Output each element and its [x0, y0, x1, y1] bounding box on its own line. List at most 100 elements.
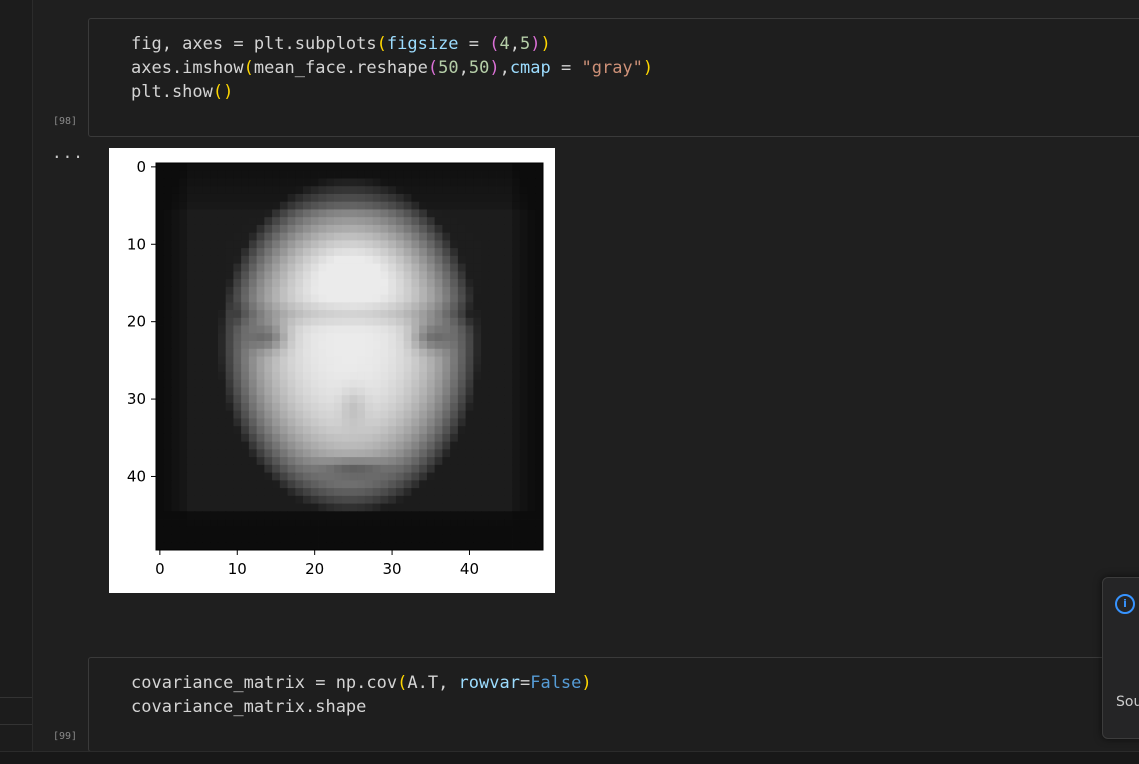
code-line[interactable]: fig, axes = plt.subplots(figsize = (4,5)… — [131, 32, 653, 56]
image-pixel — [372, 441, 381, 450]
image-pixel — [156, 271, 165, 280]
image-pixel — [450, 271, 459, 280]
image-pixel — [380, 279, 389, 288]
image-pixel — [426, 263, 436, 272]
image-pixel — [248, 449, 258, 458]
image-pixel — [318, 348, 327, 357]
image-pixel — [171, 302, 180, 311]
image-pixel — [496, 271, 505, 280]
image-pixel — [272, 178, 281, 187]
image-pixel — [388, 232, 397, 241]
image-pixel — [326, 201, 335, 210]
image-pixel — [217, 387, 227, 396]
image-pixel — [527, 348, 536, 357]
image-pixel — [457, 379, 466, 388]
image-pixel — [341, 418, 350, 427]
image-pixel — [334, 271, 343, 280]
image-pixel — [341, 457, 350, 466]
image-pixel — [156, 402, 165, 412]
image-pixel — [341, 364, 350, 373]
code-line[interactable]: plt.show() — [131, 80, 653, 104]
image-pixel — [256, 356, 265, 365]
image-pixel — [163, 333, 172, 342]
image-pixel — [217, 286, 227, 295]
image-pixel — [419, 232, 428, 241]
image-pixel — [210, 255, 219, 265]
image-pixel — [241, 240, 250, 249]
image-pixel — [357, 356, 366, 365]
image-pixel — [256, 495, 265, 504]
image-pixel — [334, 263, 343, 272]
image-pixel — [419, 464, 428, 473]
code-line[interactable]: covariance_matrix.shape — [131, 695, 592, 719]
image-pixel — [326, 271, 335, 280]
code-editor[interactable]: fig, axes = plt.subplots(figsize = (4,5)… — [131, 32, 653, 104]
image-pixel — [395, 348, 405, 357]
image-pixel — [287, 464, 296, 473]
image-pixel — [256, 526, 265, 535]
image-pixel — [279, 224, 288, 234]
image-pixel — [171, 542, 180, 551]
image-pixel — [395, 542, 405, 551]
image-pixel — [295, 534, 304, 543]
image-pixel — [465, 495, 474, 504]
image-pixel — [256, 271, 265, 280]
image-pixel — [272, 186, 281, 195]
image-pixel — [334, 201, 343, 210]
image-pixel — [156, 387, 165, 396]
output-more-actions[interactable]: ... — [52, 143, 84, 162]
image-pixel — [326, 178, 335, 187]
image-pixel — [171, 472, 180, 481]
image-pixel — [326, 379, 335, 388]
image-pixel — [334, 356, 343, 365]
image-pixel — [264, 263, 273, 272]
image-pixel — [357, 224, 366, 234]
image-pixel — [163, 441, 172, 450]
image-pixel — [341, 248, 350, 257]
code-line[interactable]: axes.imshow(mean_face.reshape(50,50),cma… — [131, 56, 653, 80]
image-pixel — [326, 348, 335, 357]
notification-toast[interactable]: i Sou — [1102, 577, 1139, 739]
image-pixel — [512, 418, 521, 427]
image-pixel — [411, 217, 420, 226]
image-pixel — [357, 449, 366, 458]
image-pixel — [272, 519, 281, 528]
image-pixel — [442, 317, 451, 326]
image-pixel — [210, 426, 219, 435]
image-pixel — [303, 433, 312, 443]
image-pixel — [457, 402, 466, 412]
code-editor[interactable]: covariance_matrix = np.cov(A.T, rowvar=F… — [131, 671, 592, 719]
image-pixel — [163, 302, 172, 311]
image-pixel — [256, 201, 265, 210]
image-pixel — [434, 201, 443, 210]
code-line[interactable]: covariance_matrix = np.cov(A.T, rowvar=F… — [131, 671, 592, 695]
image-pixel — [442, 271, 451, 280]
image-pixel — [279, 170, 288, 179]
image-pixel — [364, 163, 374, 172]
image-pixel — [210, 348, 219, 357]
image-pixel — [496, 418, 505, 427]
image-pixel — [403, 310, 412, 319]
image-pixel — [504, 379, 513, 388]
image-pixel — [411, 317, 420, 326]
image-pixel — [465, 279, 474, 288]
image-pixel — [318, 310, 327, 319]
image-pixel — [535, 379, 544, 388]
image-pixel — [341, 511, 350, 520]
image-pixel — [535, 170, 544, 179]
image-pixel — [450, 224, 459, 234]
image-pixel — [504, 341, 513, 350]
image-pixel — [163, 294, 172, 303]
x-tick-label: 20 — [305, 560, 324, 578]
image-pixel — [171, 317, 180, 326]
image-pixel — [233, 178, 242, 187]
image-pixel — [372, 201, 381, 210]
code-cell[interactable]: fig, axes = plt.subplots(figsize = (4,5)… — [88, 18, 1139, 137]
image-pixel — [194, 542, 203, 551]
image-pixel — [287, 201, 296, 210]
status-bar — [0, 751, 1139, 764]
image-pixel — [341, 325, 350, 334]
image-pixel — [264, 348, 273, 357]
code-cell[interactable]: covariance_matrix = np.cov(A.T, rowvar=F… — [88, 657, 1139, 752]
image-pixel — [171, 294, 180, 303]
